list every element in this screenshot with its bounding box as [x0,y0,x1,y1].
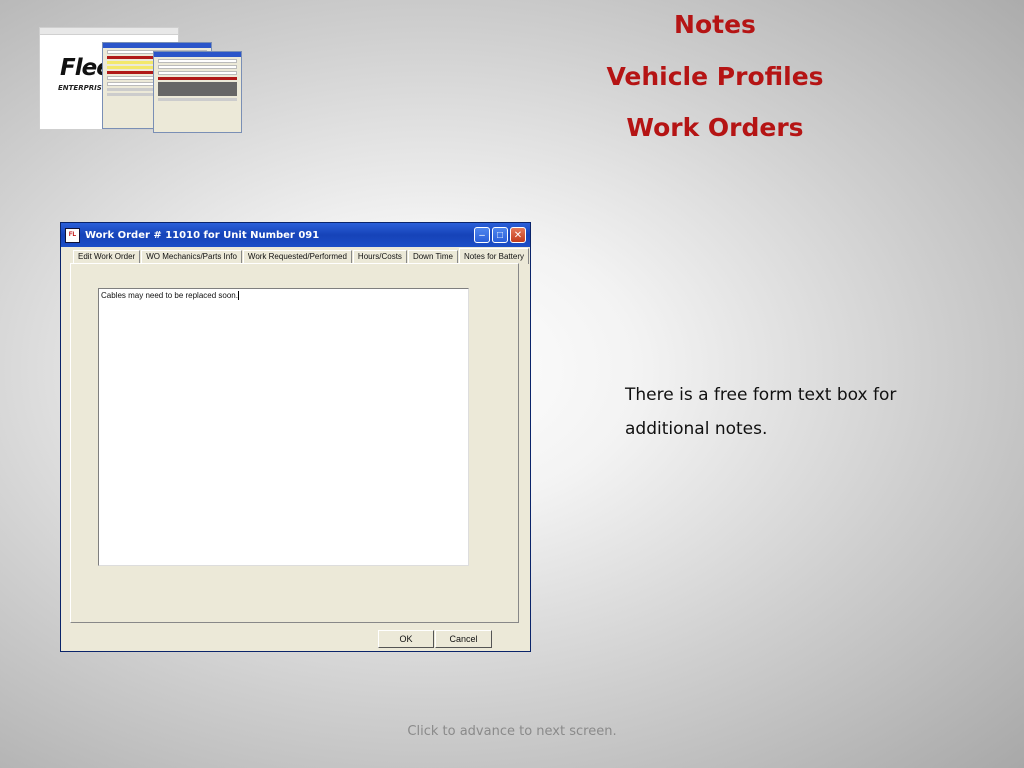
advance-hint[interactable]: Click to advance to next screen. [0,724,1024,739]
notes-text: Cables may need to be replaced soon. [101,291,238,300]
heading-vehicle-profiles: Vehicle Profiles [606,62,824,91]
work-order-window: FL Work Order # 11010 for Unit Number 09… [60,222,531,652]
window-titlebar[interactable]: FL Work Order # 11010 for Unit Number 09… [61,223,530,247]
tab-wo-mechanics-parts-info[interactable]: WO Mechanics/Parts Info [141,250,242,263]
maximize-icon[interactable]: □ [492,227,508,243]
heading-notes: Notes [674,10,756,39]
minimize-icon[interactable]: – [474,227,490,243]
tab-hours-costs[interactable]: Hours/Costs [352,250,407,263]
tab-bar: Edit Work Order WO Mechanics/Parts Info … [73,247,530,264]
tab-edit-work-order[interactable]: Edit Work Order [73,250,141,263]
tab-work-requested-performed[interactable]: Work Requested/Performed [242,250,352,263]
tab-down-time[interactable]: Down Time [407,250,458,263]
slide-description: There is a free form text box for additi… [625,385,897,439]
heading-work-orders: Work Orders [626,113,804,142]
text-caret [237,291,239,301]
notes-textarea[interactable]: Cables may need to be replaced soon. [98,288,469,566]
screenshot-thumbnail-2 [153,51,242,133]
app-icon: FL [65,227,80,243]
tab-notes-for-battery[interactable]: Notes for Battery [458,248,529,264]
ok-button[interactable]: OK [378,630,434,648]
window-title: Work Order # 11010 for Unit Number 091 [85,229,320,241]
cancel-button[interactable]: Cancel [435,630,492,648]
close-icon[interactable]: ✕ [510,227,526,243]
